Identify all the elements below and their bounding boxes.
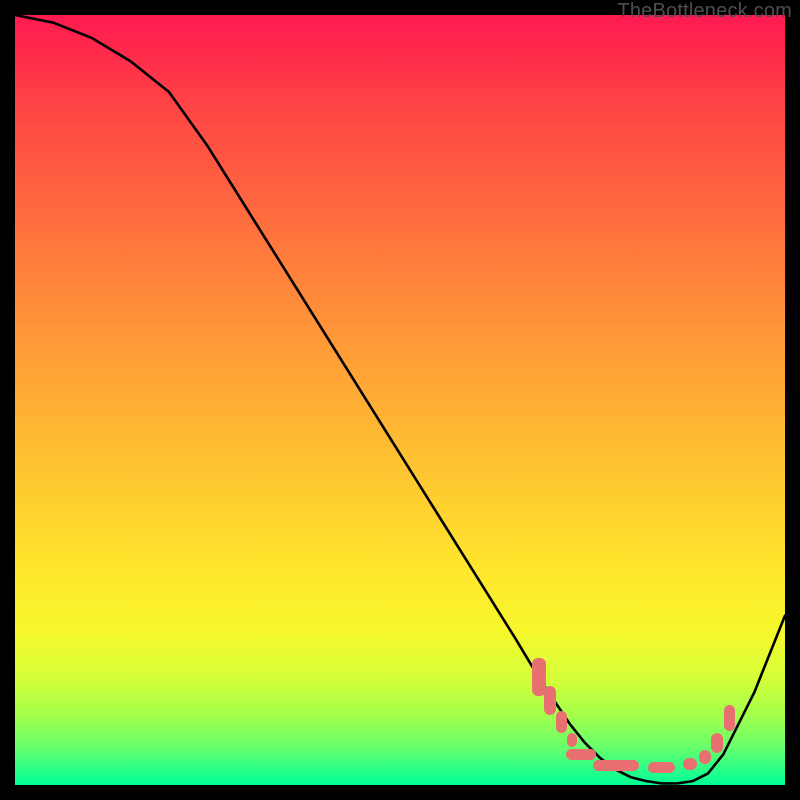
optimal-range-marker xyxy=(711,733,723,753)
chart-frame: TheBottleneck.com xyxy=(0,0,800,800)
optimal-range-marker xyxy=(648,762,675,773)
curve-layer xyxy=(15,15,785,785)
bottleneck-curve xyxy=(15,15,785,783)
optimal-range-marker xyxy=(683,758,697,770)
attribution-text: TheBottleneck.com xyxy=(617,0,792,23)
optimal-range-marker xyxy=(593,760,639,771)
optimal-range-marker xyxy=(699,750,711,764)
plot-area xyxy=(15,15,785,785)
optimal-range-marker xyxy=(544,686,556,715)
optimal-range-marker xyxy=(566,749,597,760)
optimal-range-marker xyxy=(567,733,577,747)
optimal-range-marker xyxy=(724,705,736,731)
optimal-range-marker xyxy=(556,711,568,733)
